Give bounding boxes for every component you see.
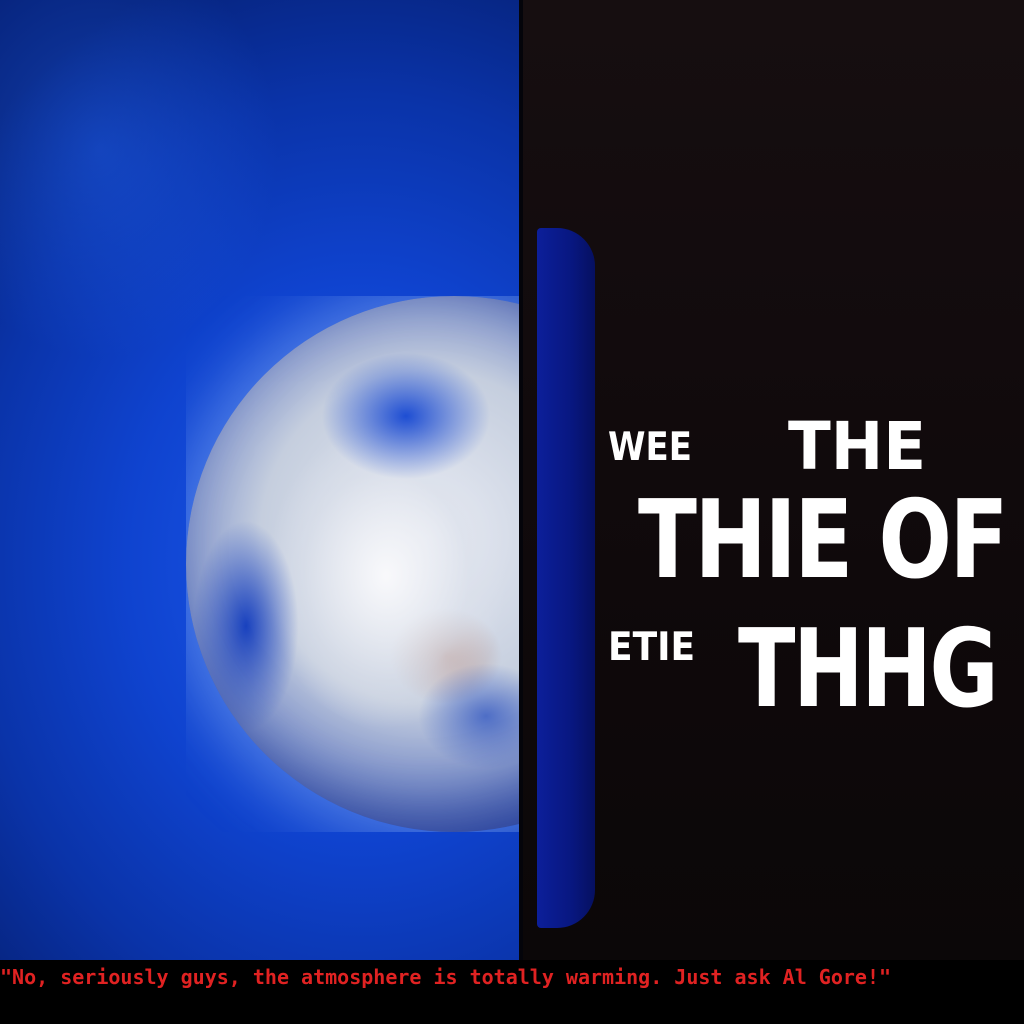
poster-title-line-2: THIE OF [638, 478, 1009, 603]
panel-divider [519, 0, 523, 960]
poster-title-line-3: THHG [738, 607, 999, 732]
poster-text-small-bottom: ETIE [608, 624, 696, 670]
caption-text: "No, seriously guys, the atmosphere is t… [0, 965, 892, 989]
poster-title-line-1: THE [788, 408, 927, 485]
poster-text-small-top: WEE [608, 424, 692, 471]
blue-side-tab [537, 228, 595, 928]
caption-bar: "No, seriously guys, the atmosphere is t… [0, 960, 1024, 1024]
